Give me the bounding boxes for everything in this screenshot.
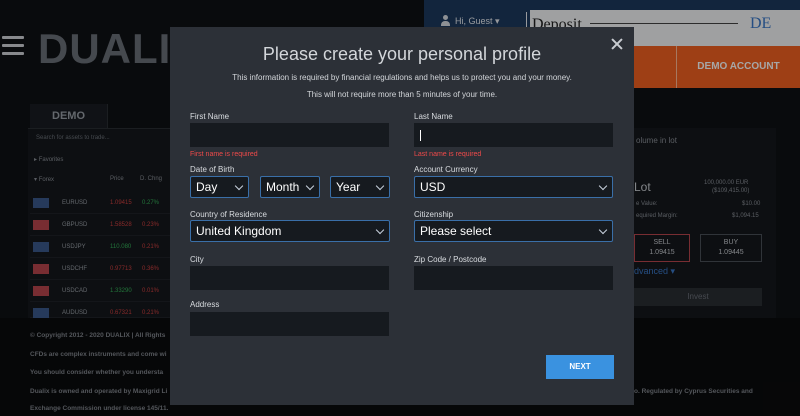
zip-label: Zip Code / Postcode (414, 255, 487, 264)
country-label: Country of Residence (190, 210, 267, 219)
city-input[interactable] (191, 267, 388, 289)
citizenship-label: Citizenship (414, 210, 454, 219)
app-page: DUALIX Hi, Guest ▾ Deposit DE DEMO ACCOU… (0, 0, 800, 416)
first-name-label: First Name (190, 112, 230, 121)
last-name-error: Last name is required (414, 151, 482, 158)
chevron-down-icon (234, 181, 244, 191)
address-field[interactable] (190, 312, 389, 336)
profile-modal: Please create your personal profile This… (170, 27, 634, 405)
currency-value: USD (420, 180, 446, 194)
first-name-error: First name is required (190, 151, 258, 158)
dob-label: Date of Birth (190, 165, 235, 174)
address-input[interactable] (191, 313, 388, 335)
chevron-down-icon (598, 225, 608, 235)
last-name-input[interactable] (415, 124, 612, 146)
chevron-down-icon (305, 181, 315, 191)
city-label: City (190, 255, 204, 264)
currency-select[interactable]: USD (414, 176, 613, 198)
first-name-field[interactable] (190, 123, 389, 147)
text-cursor (420, 130, 421, 141)
dob-day-select[interactable]: Day (190, 176, 249, 198)
dob-month-select[interactable]: Month (260, 176, 320, 198)
chevron-down-icon (598, 181, 608, 191)
last-name-field[interactable] (414, 123, 613, 147)
city-field[interactable] (190, 266, 389, 290)
citizenship-value: Please select (420, 224, 492, 238)
chevron-down-icon (375, 181, 385, 191)
dob-month-value: Month (266, 180, 300, 194)
dob-year-select[interactable]: Year (330, 176, 390, 198)
dob-year-value: Year (336, 180, 361, 194)
country-select[interactable]: United Kingdom (190, 220, 390, 242)
address-label: Address (190, 300, 220, 309)
country-value: United Kingdom (196, 224, 282, 238)
dob-day-value: Day (196, 180, 218, 194)
currency-label: Account Currency (414, 165, 478, 174)
zip-field[interactable] (414, 266, 613, 290)
modal-description: This information is required by financia… (232, 73, 572, 99)
first-name-input[interactable] (191, 124, 388, 146)
chevron-down-icon (375, 225, 385, 235)
citizenship-select[interactable]: Please select (414, 220, 613, 242)
modal-title: Please create your personal profile (262, 44, 542, 64)
zip-input[interactable] (415, 267, 612, 289)
last-name-label: Last Name (414, 112, 453, 121)
next-button[interactable]: NEXT (546, 355, 614, 379)
